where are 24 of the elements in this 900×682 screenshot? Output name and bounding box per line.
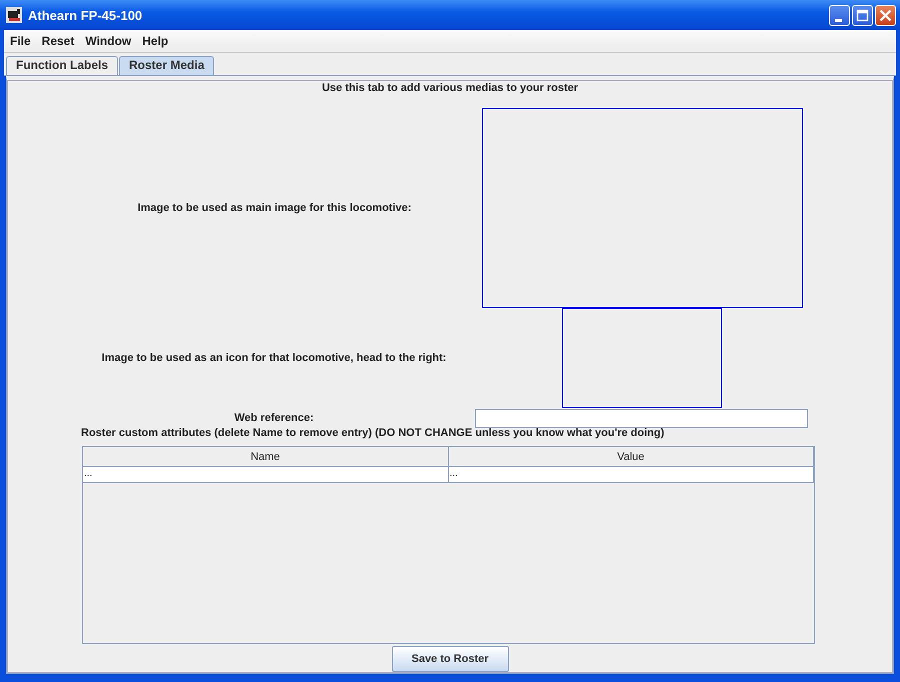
tab[interactable]: Function Labels [6, 56, 118, 75]
heading: Use this tab to add various medias to your roster [320, 81, 580, 96]
minimize-icon [835, 18, 842, 22]
menu-item[interactable]: File [6, 34, 38, 48]
field-label: Web reference: [233, 412, 315, 424]
maximize-button[interactable] [852, 4, 873, 26]
table-cell[interactable]: ... [83, 467, 448, 482]
field-label: Image to be used as main image for this locomotive: [136, 202, 412, 214]
close-button[interactable] [875, 4, 896, 26]
icon-image-area[interactable] [562, 308, 722, 408]
menu-item[interactable]: Reset [38, 34, 82, 48]
field-label: Image to be used as an icon for that locomotive, head to the right: [100, 352, 448, 364]
column-header[interactable]: Value [448, 447, 814, 467]
window-title: Athearn FP-45-100 [28, 8, 144, 22]
column-header[interactable]: Name [83, 447, 448, 467]
minimize-button[interactable] [829, 4, 850, 26]
table-cell[interactable]: ... [448, 467, 814, 482]
input-field[interactable] [475, 409, 808, 428]
menu-item[interactable]: Window [81, 34, 138, 48]
table-caption: Roster custom attributes (delete Name to remove entry) (DO NOT CHANGE unless you know what you're doing) [80, 428, 666, 438]
save-button[interactable]: Save to Roster [392, 646, 508, 672]
tab[interactable]: Roster Media [119, 56, 214, 75]
menu-item[interactable]: Help [138, 34, 176, 48]
locomotive-icon [6, 7, 22, 23]
